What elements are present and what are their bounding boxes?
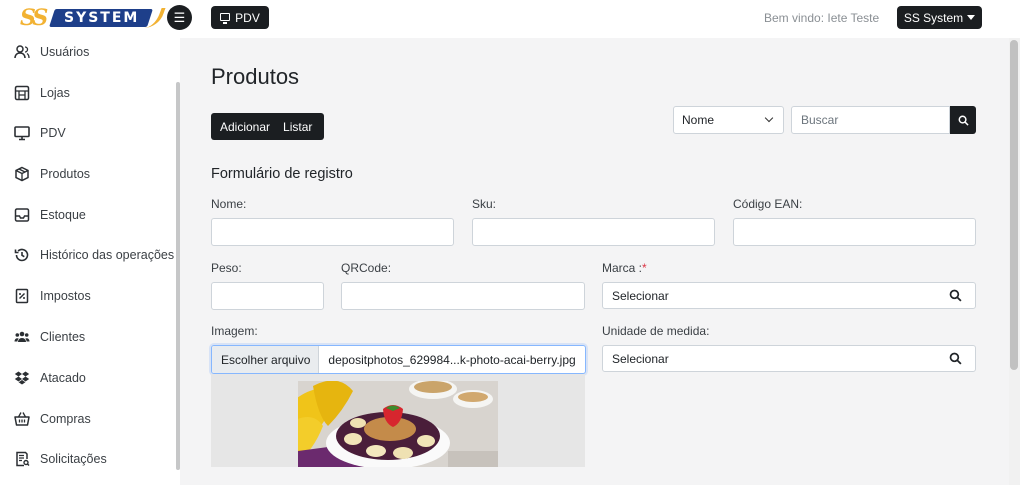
sidebar-item-lojas[interactable]: Lojas <box>14 82 70 104</box>
clients-icon <box>14 329 30 345</box>
logo-swoosh <box>132 8 166 28</box>
sidebar-item-atacado[interactable]: Atacado <box>14 367 86 389</box>
search-field-selected: Nome <box>682 113 715 127</box>
monitor-icon <box>220 12 231 24</box>
sidebar-item-impostos[interactable]: Impostos <box>14 285 91 307</box>
sidebar-item-estoque[interactable]: Estoque <box>14 204 86 226</box>
file-name: depositphotos_629984...k-photo-acai-berr… <box>328 352 576 367</box>
acai-photo-preview <box>298 381 498 467</box>
account-dropdown-button[interactable]: SS System <box>897 6 982 29</box>
basket-icon <box>14 411 30 427</box>
request-icon <box>14 451 30 467</box>
choose-file-button[interactable]: Escolher arquivo <box>212 346 320 373</box>
sidebar-item-pdv[interactable]: PDV <box>14 122 66 144</box>
required-marker: * <box>642 261 647 275</box>
add-button[interactable]: Adicionar <box>211 120 275 134</box>
ean-label: Código EAN: <box>733 197 803 211</box>
search-button[interactable] <box>950 106 976 134</box>
logo-text: SYSTEM <box>64 10 140 26</box>
sku-label: Sku: <box>472 197 497 211</box>
marca-label-text: Marca : <box>602 261 643 275</box>
users-icon <box>14 44 30 60</box>
marca-select-value: Selecionar <box>612 288 669 303</box>
sidebar-item-label: PDV <box>40 126 66 140</box>
pdv-button-label: PDV <box>235 10 260 25</box>
sidebar-item-label: Lojas <box>40 86 70 100</box>
dropbox-icon <box>14 370 30 386</box>
app-logo[interactable]: SS SYSTEM <box>18 5 166 31</box>
page-scrollbar-thumb[interactable] <box>1010 40 1018 370</box>
receipt-icon <box>14 288 30 304</box>
sidebar-item-label: Usuários <box>40 45 90 59</box>
marca-select[interactable]: Selecionar <box>602 282 976 309</box>
peso-label: Peso: <box>211 261 242 275</box>
welcome-text: Bem vindo: Iete Teste <box>764 11 880 25</box>
menu-toggle-button[interactable]: ☰ <box>167 5 192 30</box>
caret-down-icon <box>967 15 976 20</box>
unidade-select-value: Selecionar <box>612 351 669 366</box>
sidebar-item-compras[interactable]: Compras <box>14 408 91 430</box>
monitor-icon <box>14 125 30 141</box>
search-placeholder: Buscar <box>801 113 839 127</box>
sidebar-item-clientes[interactable]: Clientes <box>14 326 85 348</box>
sidebar-item-solicitacoes[interactable]: Solicitações <box>14 448 107 470</box>
sidebar-item-historico[interactable]: Histórico das operações <box>14 244 174 266</box>
marca-label: Marca :* <box>602 261 647 275</box>
action-button-group: Adicionar Listar <box>211 113 324 140</box>
top-navbar: SS SYSTEM ☰ PDV Bem vindo: Iete Teste SS… <box>0 0 1020 38</box>
search-field-select[interactable]: Nome <box>673 106 784 134</box>
unidade-select[interactable]: Selecionar <box>602 345 976 372</box>
box-icon <box>14 166 30 182</box>
history-icon <box>14 247 30 263</box>
peso-input[interactable] <box>211 282 324 310</box>
qrcode-input[interactable] <box>341 282 585 310</box>
image-file-input[interactable]: Escolher arquivo depositphotos_629984...… <box>211 345 586 374</box>
sidebar-item-label: Compras <box>40 412 91 426</box>
list-button[interactable]: Listar <box>275 120 320 134</box>
form-title: Formulário de registro <box>211 166 353 182</box>
hamburger-icon: ☰ <box>173 10 186 25</box>
qrcode-label: QRCode: <box>341 261 392 275</box>
sidebar-item-label: Clientes <box>40 330 86 344</box>
sidebar-item-label: Estoque <box>40 208 86 222</box>
unidade-label: Unidade de medida: <box>602 324 710 338</box>
ean-input[interactable] <box>733 218 976 246</box>
search-icon <box>958 115 969 126</box>
page-title: Produtos <box>211 64 300 89</box>
nome-input[interactable] <box>211 218 454 246</box>
imagem-label: Imagem: <box>211 324 258 338</box>
search-input[interactable]: Buscar <box>791 106 950 134</box>
sidebar-item-label: Impostos <box>40 289 91 303</box>
sidebar-item-label: Produtos <box>40 167 91 181</box>
nome-label: Nome: <box>211 197 247 211</box>
inbox-icon <box>14 207 30 223</box>
store-icon <box>14 85 30 101</box>
chevron-down-icon <box>764 113 774 123</box>
sidebar-item-label: Solicitações <box>40 452 107 466</box>
account-label: SS System <box>903 10 964 25</box>
search-icon <box>949 289 962 302</box>
logo-mark: SS <box>20 5 48 31</box>
sidebar-item-label: Histórico das operações <box>40 248 175 262</box>
sidebar-item-usuarios[interactable]: Usuários <box>14 41 89 63</box>
sidebar-item-label: Atacado <box>40 371 86 385</box>
sidebar-item-produtos[interactable]: Produtos <box>14 163 90 185</box>
pdv-button[interactable]: PDV <box>211 6 269 29</box>
search-icon <box>949 352 962 365</box>
sku-input[interactable] <box>472 218 715 246</box>
